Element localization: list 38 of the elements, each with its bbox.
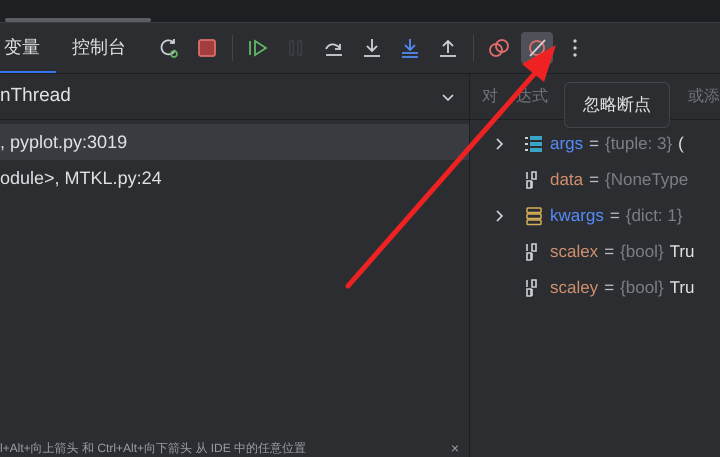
mute-breakpoints-icon xyxy=(526,37,548,59)
variable-type: {bool} xyxy=(620,241,664,264)
tooltip: 忽略断点 xyxy=(564,82,670,128)
step-into-icon xyxy=(361,37,383,59)
stack-frame[interactable]: odule>, MTKL.py:24 xyxy=(0,160,469,196)
equals-sign: = xyxy=(604,277,614,300)
breakpoints-icon xyxy=(488,37,510,59)
stack-frame[interactable]: , pyplot.py:3019 xyxy=(0,124,469,160)
hint-text: l+Alt+向上箭头 和 Ctrl+Alt+向下箭头 从 IDE 中的任意位置 xyxy=(0,440,306,457)
variable-type: {bool} xyxy=(620,277,664,300)
step-out-icon xyxy=(437,37,459,59)
variable-name: scalex xyxy=(550,241,598,264)
list-icon xyxy=(524,134,544,154)
variable-name: kwargs xyxy=(550,205,604,228)
equals-sign: = xyxy=(610,205,620,228)
variable-type: {tuple: 3} xyxy=(605,133,672,156)
step-into-icon xyxy=(399,37,421,59)
variable-value: Tru xyxy=(670,241,694,264)
equals-sign: = xyxy=(604,241,614,264)
rerun-icon xyxy=(158,37,180,59)
variable-name: scaley xyxy=(550,277,598,300)
variable-type: {dict: 1} xyxy=(626,205,683,228)
variable-type: {NoneType xyxy=(605,169,688,192)
variable-value: ( xyxy=(678,133,684,156)
scrollbar[interactable] xyxy=(5,18,151,22)
variable-name: data xyxy=(550,169,584,192)
stop-icon xyxy=(196,37,218,59)
more-icon xyxy=(573,39,577,57)
dict-icon xyxy=(524,206,544,226)
equals-sign: = xyxy=(589,169,600,192)
chevron-right-icon[interactable] xyxy=(494,209,506,223)
variable-name: args xyxy=(550,133,584,156)
tab[interactable]: 控制台 xyxy=(56,23,142,73)
chevron-right-icon[interactable] xyxy=(494,137,506,151)
close-button[interactable]: × xyxy=(450,438,459,457)
equals-sign: = xyxy=(589,133,600,156)
resume-icon xyxy=(247,37,269,59)
variable-value: Tru xyxy=(670,277,694,300)
